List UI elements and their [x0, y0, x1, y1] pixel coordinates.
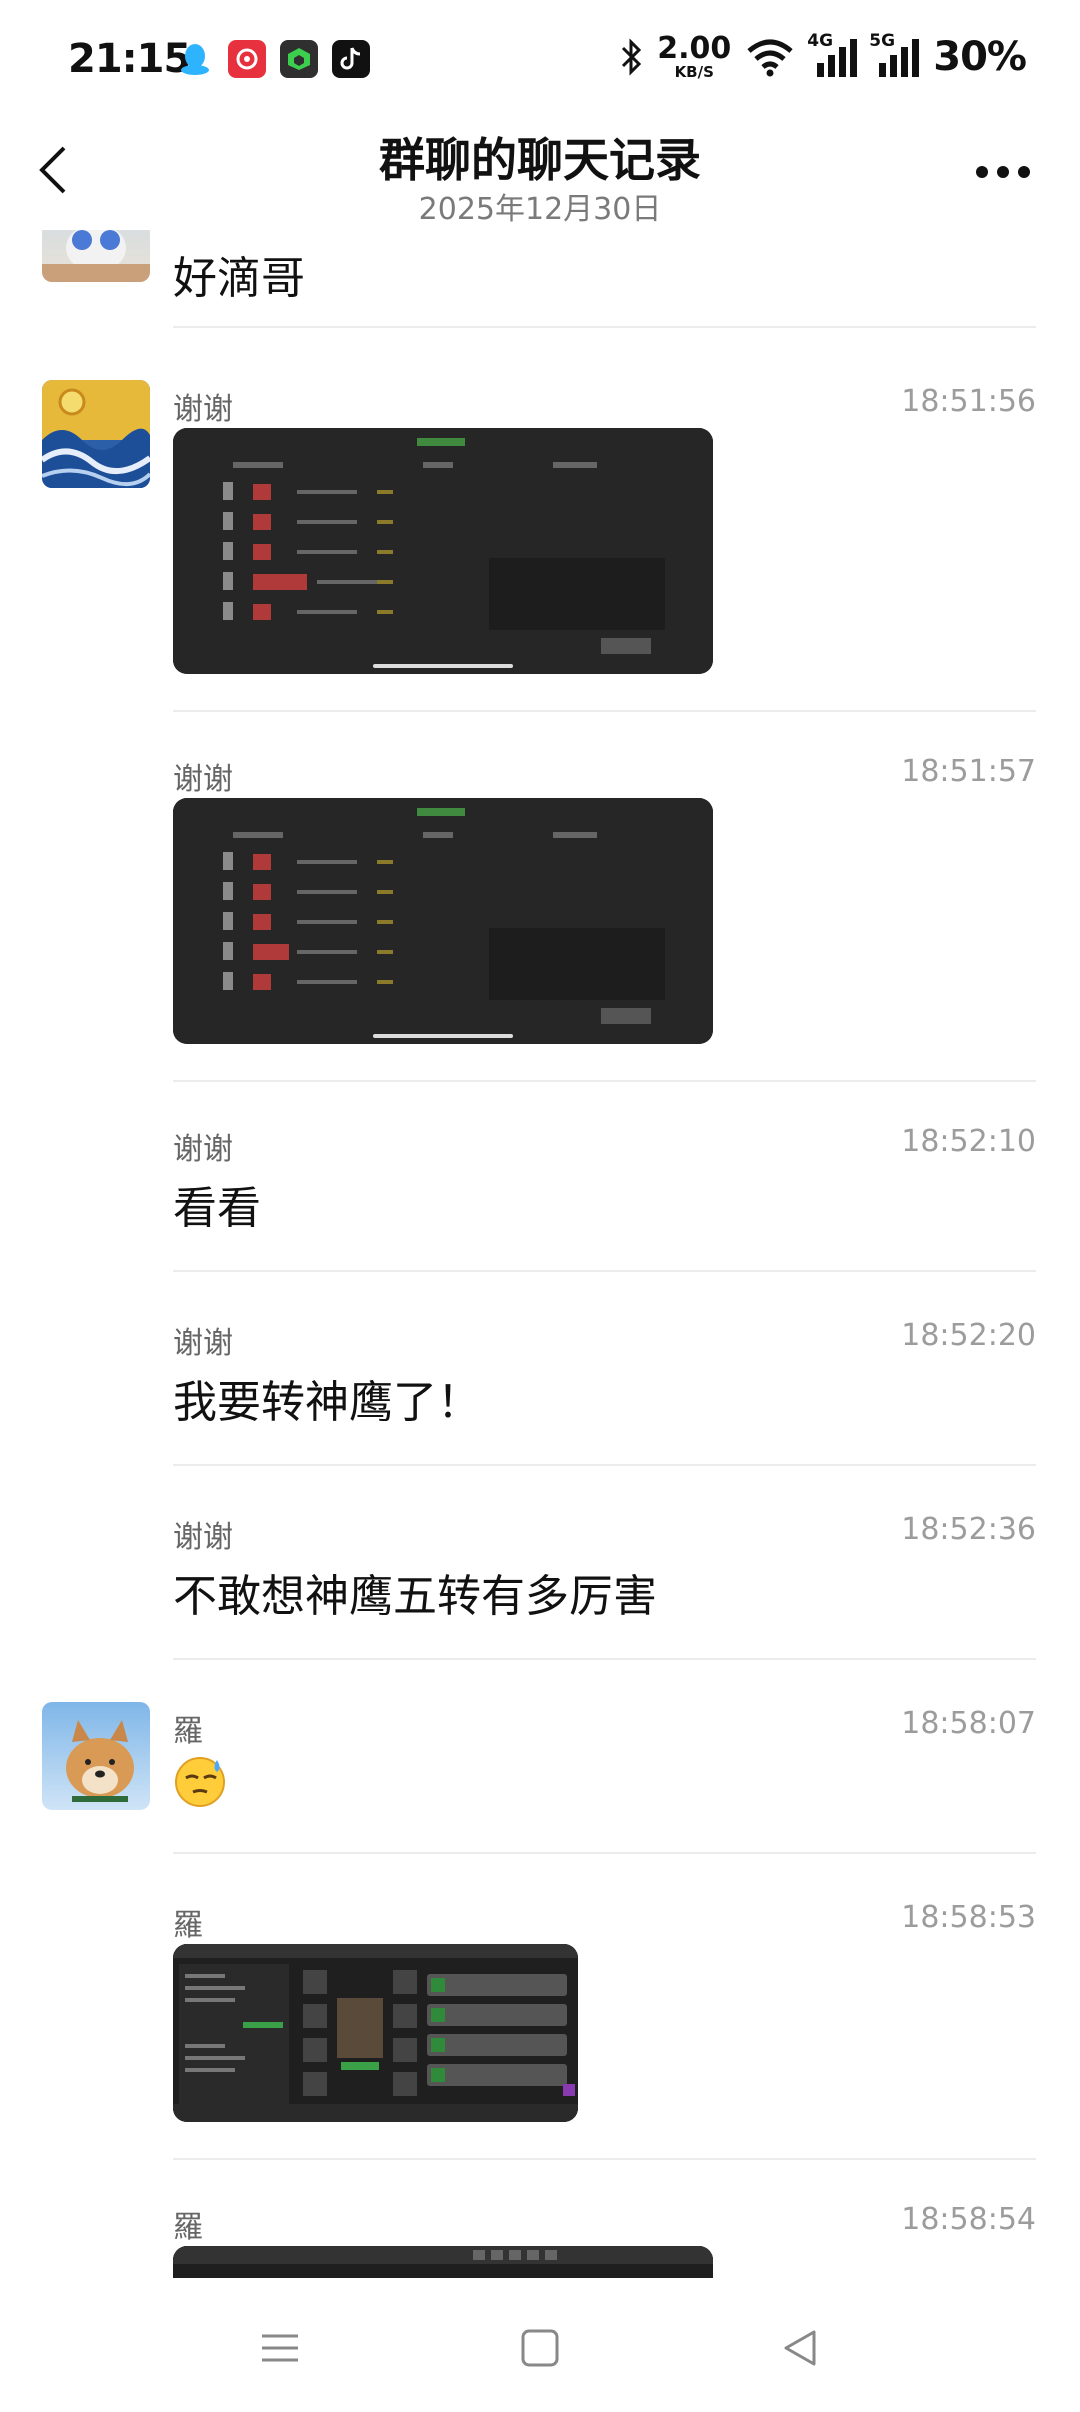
sender-name: 羅 — [173, 2210, 203, 2245]
avatar[interactable] — [42, 230, 150, 282]
bluetooth-icon — [622, 38, 642, 76]
sender-name: 羅 — [173, 1908, 203, 1943]
more-dot-icon — [1018, 166, 1030, 178]
sim1-label: 4G — [807, 31, 834, 51]
nav-back-button[interactable] — [770, 2318, 830, 2378]
more-dot-icon — [976, 166, 988, 178]
sender-name: 谢谢 — [173, 392, 233, 427]
image-message[interactable] — [173, 1944, 578, 2122]
page-subtitle-date: 2025年12月30日 — [418, 192, 662, 227]
xiaohongshu-icon — [228, 40, 266, 78]
divider — [173, 1464, 1036, 1466]
message-time: 18:51:57 — [901, 754, 1036, 789]
qq-icon — [176, 40, 214, 78]
image-message[interactable] — [173, 428, 713, 674]
message-time: 18:52:36 — [901, 1512, 1036, 1547]
status-right: 2.00 KB/S 4G 5G 30% — [619, 31, 1027, 80]
battery-level: 30% — [933, 34, 1027, 80]
image-message[interactable] — [173, 798, 713, 1044]
sender-name: 谢谢 — [173, 1520, 233, 1555]
wifi-icon — [747, 39, 793, 77]
green-cube-app-icon — [280, 40, 318, 78]
message-time: 18:52:20 — [901, 1318, 1036, 1353]
page-title: 群聊的聊天记录 — [379, 133, 701, 187]
chat-record-list[interactable]: 好滴哥 谢谢 18:51:56 谢谢 18:51:57 谢谢 18:52:10 … — [0, 230, 1080, 2278]
message-time: 18:52:10 — [901, 1124, 1036, 1159]
sim2-label: 5G — [869, 31, 896, 51]
back-triangle-icon — [784, 2330, 816, 2366]
sender-name: 谢谢 — [173, 762, 233, 797]
avatar[interactable] — [42, 380, 150, 488]
more-dot-icon — [997, 166, 1009, 178]
message-time: 18:58:07 — [901, 1706, 1036, 1741]
message-text: 看看 — [173, 1183, 261, 1234]
net-speed-value: 2.00 — [657, 31, 732, 66]
header: 群聊的聊天记录 2025年12月30日 — [0, 120, 1080, 230]
divider — [173, 710, 1036, 712]
nav-home-button[interactable] — [510, 2318, 570, 2378]
message-text: 不敢想神鹰五转有多厉害 — [173, 1571, 657, 1622]
divider — [173, 1080, 1036, 1082]
sender-name: 谢谢 — [173, 1326, 233, 1361]
sender-name: 羅 — [173, 1714, 203, 1749]
home-square-icon — [521, 2329, 559, 2367]
avatar[interactable] — [42, 1702, 150, 1810]
divider — [173, 2158, 1036, 2160]
divider — [173, 1852, 1036, 1854]
net-speed-unit: KB/S — [674, 63, 714, 81]
message-text: 好滴哥 — [173, 253, 305, 304]
divider — [173, 1270, 1036, 1272]
signal-5g-icon: 5G — [869, 31, 920, 77]
net-speed: 2.00 KB/S — [657, 34, 731, 80]
sender-name: 谢谢 — [173, 1132, 233, 1167]
image-message[interactable] — [173, 2246, 713, 2278]
message-time: 18:58:53 — [901, 1900, 1036, 1935]
notification-icons — [176, 40, 370, 78]
more-options-button[interactable] — [976, 160, 1030, 184]
message-time: 18:51:56 — [901, 384, 1036, 419]
signal-4g-icon: 4G — [807, 31, 858, 77]
divider — [173, 326, 1036, 328]
nav-menu-button[interactable] — [250, 2318, 310, 2378]
system-nav-bar — [0, 2278, 1080, 2412]
status-bar: 21:15 2.00 KB/S 4G 5G 30% — [0, 0, 1080, 120]
divider — [173, 1658, 1036, 1660]
message-time: 18:58:54 — [901, 2202, 1036, 2237]
sweat-smile-emoji — [173, 1754, 227, 1808]
tiktok-icon — [332, 40, 370, 78]
message-text: 我要转神鹰了！ — [173, 1377, 481, 1428]
status-time: 21:15 — [68, 36, 191, 82]
menu-icon — [262, 2334, 298, 2362]
